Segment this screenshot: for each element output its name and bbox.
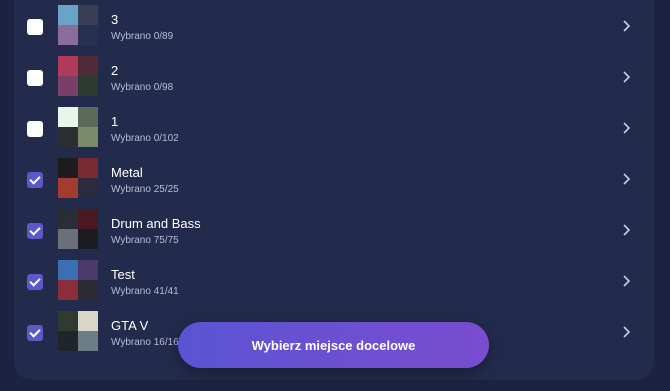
playlist-cover-mosaic (58, 56, 98, 96)
cover-thumbnail (78, 260, 98, 280)
playlist-row[interactable]: 3 Wybrano 0/89 (14, 0, 654, 51)
playlist-row[interactable]: 2 Wybrano 0/98 (14, 51, 654, 102)
playlist-cover-mosaic (58, 158, 98, 198)
playlist-checkbox[interactable] (27, 121, 43, 137)
playlist-title: 2 (111, 63, 119, 78)
playlist-title: 3 (111, 12, 119, 27)
cover-thumbnail (78, 127, 98, 147)
cover-thumbnail (78, 5, 98, 25)
playlist-checkbox[interactable] (27, 274, 43, 290)
cover-thumbnail (78, 311, 98, 331)
playlist-title: Test (111, 267, 135, 282)
playlist-selected-count: Wybrano 0/102 (111, 133, 179, 144)
choose-destination-button[interactable]: Wybierz miejsce docelowe (178, 322, 489, 368)
cover-thumbnail (58, 260, 78, 280)
cover-thumbnail (58, 76, 78, 96)
playlist-cover-mosaic (58, 311, 98, 351)
playlist-title: 1 (111, 114, 119, 129)
cover-thumbnail (78, 178, 98, 198)
playlist-checkbox[interactable] (27, 172, 43, 188)
playlist-checkbox[interactable] (27, 19, 43, 35)
playlist-selected-count: Wybrano 75/75 (111, 235, 179, 246)
playlist-cover-mosaic (58, 209, 98, 249)
chevron-right-icon[interactable] (621, 325, 631, 339)
cover-thumbnail (58, 331, 78, 351)
cover-thumbnail (78, 280, 98, 300)
cover-thumbnail (58, 209, 78, 229)
cover-thumbnail (78, 229, 98, 249)
cover-thumbnail (58, 280, 78, 300)
playlist-row[interactable]: Drum and Bass Wybrano 75/75 (14, 204, 654, 255)
chevron-right-icon[interactable] (621, 172, 631, 186)
cover-thumbnail (78, 331, 98, 351)
cover-thumbnail (78, 209, 98, 229)
cover-thumbnail (58, 5, 78, 25)
playlist-checkbox[interactable] (27, 325, 43, 341)
playlist-checkbox[interactable] (27, 70, 43, 86)
cover-thumbnail (58, 311, 78, 331)
playlist-selected-count: Wybrano 0/98 (111, 82, 174, 93)
cover-thumbnail (58, 158, 78, 178)
playlist-selected-count: Wybrano 41/41 (111, 286, 179, 297)
playlist-row[interactable]: Metal Wybrano 25/25 (14, 153, 654, 204)
playlist-title: GTA V (111, 318, 149, 333)
cover-thumbnail (58, 178, 78, 198)
chevron-right-icon[interactable] (621, 70, 631, 84)
playlist-selected-count: Wybrano 0/89 (111, 31, 174, 42)
chevron-right-icon[interactable] (621, 274, 631, 288)
playlist-selected-count: Wybrano 25/25 (111, 184, 179, 195)
playlist-checkbox[interactable] (27, 223, 43, 239)
chevron-right-icon[interactable] (621, 121, 631, 135)
cover-thumbnail (58, 127, 78, 147)
cover-thumbnail (78, 25, 98, 45)
playlist-row[interactable]: 1 Wybrano 0/102 (14, 102, 654, 153)
cover-thumbnail (58, 56, 78, 76)
playlist-cover-mosaic (58, 5, 98, 45)
cover-thumbnail (78, 107, 98, 127)
cover-thumbnail (58, 229, 78, 249)
playlist-title: Metal (111, 165, 143, 180)
playlist-title: Drum and Bass (111, 216, 201, 231)
cover-thumbnail (58, 107, 78, 127)
cover-thumbnail (78, 158, 98, 178)
playlist-row[interactable]: Test Wybrano 41/41 (14, 255, 654, 306)
cover-thumbnail (58, 25, 78, 45)
playlist-cover-mosaic (58, 260, 98, 300)
cover-thumbnail (78, 76, 98, 96)
chevron-right-icon[interactable] (621, 223, 631, 237)
playlist-selected-count: Wybrano 16/16 (111, 337, 179, 348)
cover-thumbnail (78, 56, 98, 76)
chevron-right-icon[interactable] (621, 19, 631, 33)
playlist-cover-mosaic (58, 107, 98, 147)
